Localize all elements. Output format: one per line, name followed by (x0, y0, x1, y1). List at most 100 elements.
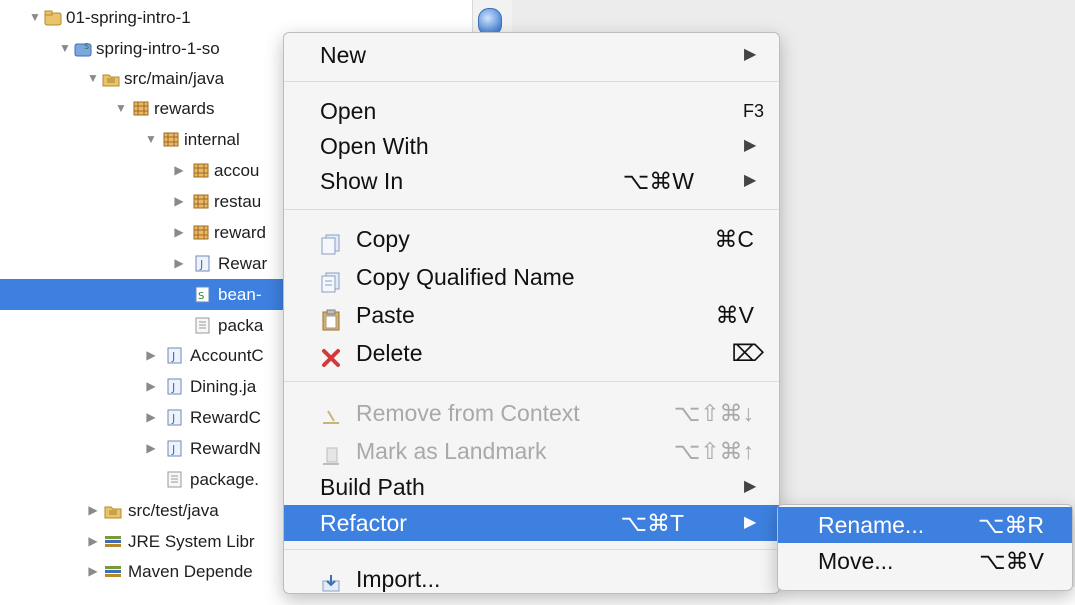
landmark-icon (320, 441, 342, 465)
tree-item-label: RewardN (190, 439, 261, 458)
svg-text:S: S (198, 291, 204, 302)
tree-item-label: rewards (154, 99, 215, 118)
java-file-icon: J (194, 255, 212, 272)
tree-item-project[interactable]: ▼ 01-spring-intro-1 (0, 2, 472, 33)
collapsed-arrow-icon[interactable]: ▶ (86, 556, 100, 587)
collapsed-arrow-icon[interactable]: ▶ (172, 248, 186, 279)
menu-item-refactor[interactable]: Refactor ⌥⌘T ▶ (284, 505, 779, 541)
menu-item-new[interactable]: New ▶ (284, 37, 779, 73)
java-file-icon: J (166, 347, 184, 364)
menu-item-delete[interactable]: Delete ⌦ (284, 335, 779, 371)
menu-item-mark-as-landmark[interactable]: Mark as Landmark ⌥⇧⌘↑ (284, 433, 779, 469)
expanded-arrow-icon[interactable]: ▼ (86, 63, 100, 94)
tree-item-label: src/test/java (128, 501, 219, 520)
svg-text:J: J (199, 258, 203, 271)
expanded-arrow-icon[interactable]: ▼ (114, 93, 128, 124)
copy-qualified-name-icon (320, 267, 342, 293)
submenu-item-move[interactable]: Move... ⌥⌘V (778, 543, 1072, 579)
menu-item-import[interactable]: Import... (284, 561, 779, 597)
menu-separator (284, 549, 779, 550)
submenu-arrow-icon: ▶ (744, 478, 757, 495)
svg-text:J: J (171, 443, 175, 456)
collapsed-arrow-icon[interactable]: ▶ (144, 402, 158, 433)
collapsed-arrow-icon[interactable]: ▶ (144, 371, 158, 402)
delete-icon (320, 343, 342, 367)
shortcut-label: ⌥⌘W (622, 168, 694, 194)
collapsed-arrow-icon[interactable]: ▶ (86, 526, 100, 557)
expanded-arrow-icon[interactable]: ▼ (144, 124, 158, 155)
tree-item-label: Rewar (218, 254, 268, 273)
submenu-arrow-icon: ▶ (744, 172, 757, 189)
library-icon (104, 563, 122, 580)
shortcut-label: ⌘V (715, 302, 754, 328)
tree-item-label: src/main/java (124, 69, 225, 88)
paste-icon (320, 305, 342, 331)
shortcut-label: ⌘C (714, 226, 754, 252)
expanded-arrow-icon[interactable]: ▼ (28, 2, 42, 33)
menu-item-show-in[interactable]: Show In ⌥⌘W ▶ (284, 163, 779, 199)
collapsed-arrow-icon[interactable]: ▶ (86, 495, 100, 526)
spring-bean-file-icon: S (194, 286, 212, 303)
menu-item-open-with[interactable]: Open With ▶ (284, 128, 779, 164)
collapsed-arrow-icon[interactable]: ▶ (172, 217, 186, 248)
tree-item-label: 01-spring-intro-1 (66, 8, 191, 27)
java-file-icon: J (166, 409, 184, 426)
import-icon (320, 569, 342, 592)
tree-item-label: reward (214, 223, 266, 242)
collapsed-arrow-icon[interactable]: ▶ (144, 433, 158, 464)
refactor-submenu: Rename... ⌥⌘R Move... ⌥⌘V (777, 504, 1073, 591)
context-menu: New ▶ Open F3 Open With ▶ Show In ⌥⌘W ▶ … (283, 32, 780, 594)
menu-separator (284, 81, 779, 82)
shortcut-label: ⌦ (731, 340, 764, 366)
tree-item-label: accou (214, 161, 260, 180)
submenu-item-rename[interactable]: Rename... ⌥⌘R (778, 507, 1072, 543)
collapsed-arrow-icon[interactable]: ▶ (172, 155, 186, 186)
project-icon (44, 9, 62, 26)
svg-text:J: J (171, 412, 175, 425)
menu-item-copy[interactable]: Copy ⌘C (284, 221, 779, 257)
menu-item-paste[interactable]: Paste ⌘V (284, 297, 779, 333)
menu-item-copy-qualified-name[interactable]: Copy Qualified Name (284, 259, 779, 295)
remove-context-icon (320, 403, 342, 425)
package-icon (132, 100, 150, 117)
shortcut-label: ⌥⇧⌘↑ (673, 438, 754, 464)
svg-text:J: J (171, 381, 175, 394)
menu-item-open[interactable]: Open F3 (284, 93, 779, 129)
shortcut-label: ⌥⇧⌘↓ (673, 400, 754, 426)
tree-item-label: RewardC (190, 408, 261, 427)
package-icon (192, 162, 210, 179)
collapsed-arrow-icon[interactable]: ▶ (144, 340, 158, 371)
shortcut-label: ⌥⌘R (977, 512, 1044, 538)
tree-item-label: Dining.ja (190, 377, 257, 396)
shortcut-label: ⌥⌘T (620, 510, 684, 536)
tree-item-label: packa (218, 316, 264, 335)
collapsed-arrow-icon[interactable]: ▶ (172, 186, 186, 217)
text-file-icon (194, 317, 212, 334)
package-icon (162, 131, 180, 148)
menu-separator (284, 209, 779, 210)
tree-item-label: package. (190, 470, 259, 489)
submenu-arrow-icon: ▶ (744, 137, 757, 154)
tree-item-label: bean- (218, 285, 262, 304)
menu-item-remove-from-context[interactable]: Remove from Context ⌥⇧⌘↓ (284, 395, 779, 431)
shortcut-label: F3 (742, 101, 764, 121)
svg-text:J: J (171, 350, 175, 363)
expanded-arrow-icon[interactable]: ▼ (58, 33, 72, 64)
tree-item-label: internal (184, 130, 240, 149)
tree-item-label: JRE System Libr (128, 532, 255, 551)
shortcut-label: ⌥⌘V (979, 548, 1044, 574)
menu-item-build-path[interactable]: Build Path ▶ (284, 469, 779, 505)
svg-text:S: S (84, 42, 89, 51)
source-folder-icon (102, 70, 120, 87)
package-icon (192, 193, 210, 210)
tree-item-label: Maven Depende (128, 562, 253, 581)
java-file-icon: J (166, 378, 184, 395)
tree-item-label: restau (214, 192, 262, 211)
java-file-icon: J (166, 440, 184, 457)
package-icon (192, 224, 210, 241)
spring-project-icon: S (74, 40, 92, 57)
submenu-arrow-icon: ▶ (744, 514, 757, 531)
copy-icon (320, 229, 342, 255)
tree-item-label: spring-intro-1-so (96, 39, 220, 58)
submenu-arrow-icon: ▶ (744, 46, 757, 63)
